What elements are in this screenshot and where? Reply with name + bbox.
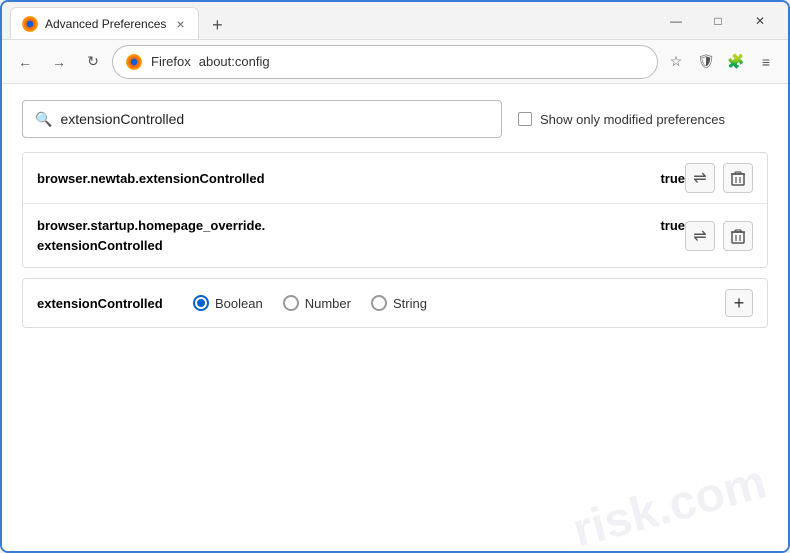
radio-boolean-label: Boolean — [215, 296, 263, 311]
nav-icons-group: ☆ 🛡 🧩 ≡ — [662, 48, 780, 76]
window-controls: — □ ✕ — [656, 7, 780, 35]
close-button[interactable]: ✕ — [740, 7, 780, 35]
browser-name-label: Firefox — [151, 54, 191, 69]
menu-icon[interactable]: ≡ — [752, 48, 780, 76]
search-input[interactable] — [60, 111, 489, 127]
radio-boolean-inner — [197, 299, 205, 307]
add-pref-name-label: extensionControlled — [37, 296, 177, 311]
radio-boolean-outer — [193, 295, 209, 311]
tab-title: Advanced Preferences — [45, 17, 166, 31]
pref-name-2: browser.startup.homepage_override. exten… — [37, 216, 652, 255]
search-icon: 🔍 — [35, 111, 52, 128]
table-row: browser.startup.homepage_override. exten… — [23, 204, 767, 267]
nav-bar: ← → ↻ Firefox about:config ☆ 🛡 🧩 ≡ — [2, 40, 788, 84]
url-display[interactable]: about:config — [199, 54, 645, 69]
tab-close-button[interactable]: × — [172, 16, 188, 32]
delete-button-2[interactable] — [723, 221, 753, 251]
pref-value-1: true — [652, 171, 685, 186]
pref-actions-2: ⇌ — [685, 221, 753, 251]
pref-value-2: true — [652, 218, 685, 233]
pref-name-1: browser.newtab.extensionControlled — [37, 171, 652, 186]
pref-actions-1: ⇌ — [685, 163, 753, 193]
preferences-table: browser.newtab.extensionControlled true … — [22, 152, 768, 268]
forward-button[interactable]: → — [44, 47, 74, 77]
radio-string[interactable]: String — [371, 295, 427, 311]
extension-icon[interactable]: 🧩 — [722, 48, 750, 76]
minimize-button[interactable]: — — [656, 7, 696, 35]
address-bar[interactable]: Firefox about:config — [112, 45, 658, 79]
new-tab-button[interactable]: + — [203, 11, 231, 39]
refresh-button[interactable]: ↻ — [78, 47, 108, 77]
active-tab[interactable]: Advanced Preferences × — [10, 7, 199, 39]
browser-window: Advanced Preferences × + — □ ✕ ← → ↻ Fir… — [0, 0, 790, 553]
firefox-logo-icon — [125, 53, 143, 71]
toggle-button-2[interactable]: ⇌ — [685, 221, 715, 251]
search-bar: 🔍 Show only modified preferences — [22, 100, 768, 138]
radio-number-label: Number — [305, 296, 351, 311]
delete-button-1[interactable] — [723, 163, 753, 193]
show-modified-label[interactable]: Show only modified preferences — [518, 112, 725, 127]
add-preference-button[interactable]: + — [725, 289, 753, 317]
tab-favicon-icon — [21, 15, 39, 33]
back-button[interactable]: ← — [10, 47, 40, 77]
radio-group: Boolean Number String — [193, 295, 709, 311]
tab-area: Advanced Preferences × + — [10, 2, 652, 39]
radio-boolean[interactable]: Boolean — [193, 295, 263, 311]
content-area: 🔍 Show only modified preferences browser… — [2, 84, 788, 551]
show-modified-checkbox[interactable] — [518, 112, 532, 126]
table-row: browser.newtab.extensionControlled true … — [23, 153, 767, 204]
toggle-button-1[interactable]: ⇌ — [685, 163, 715, 193]
watermark: risk.com — [568, 458, 771, 551]
watermark-text: risk.com — [567, 455, 771, 551]
delete-icon-2 — [731, 228, 745, 244]
radio-number-outer — [283, 295, 299, 311]
title-bar: Advanced Preferences × + — □ ✕ — [2, 2, 788, 40]
maximize-button[interactable]: □ — [698, 7, 738, 35]
shield-icon[interactable]: 🛡 — [692, 48, 720, 76]
delete-icon-1 — [731, 170, 745, 186]
pref-name-2-line1: browser.startup.homepage_override. — [37, 218, 265, 233]
pref-name-2-line2: extensionControlled — [37, 238, 163, 253]
radio-number[interactable]: Number — [283, 295, 351, 311]
radio-string-label: String — [393, 296, 427, 311]
search-input-wrapper[interactable]: 🔍 — [22, 100, 502, 138]
add-preference-row: extensionControlled Boolean Number — [22, 278, 768, 328]
bookmark-icon[interactable]: ☆ — [662, 48, 690, 76]
show-modified-text: Show only modified preferences — [540, 112, 725, 127]
radio-string-outer — [371, 295, 387, 311]
